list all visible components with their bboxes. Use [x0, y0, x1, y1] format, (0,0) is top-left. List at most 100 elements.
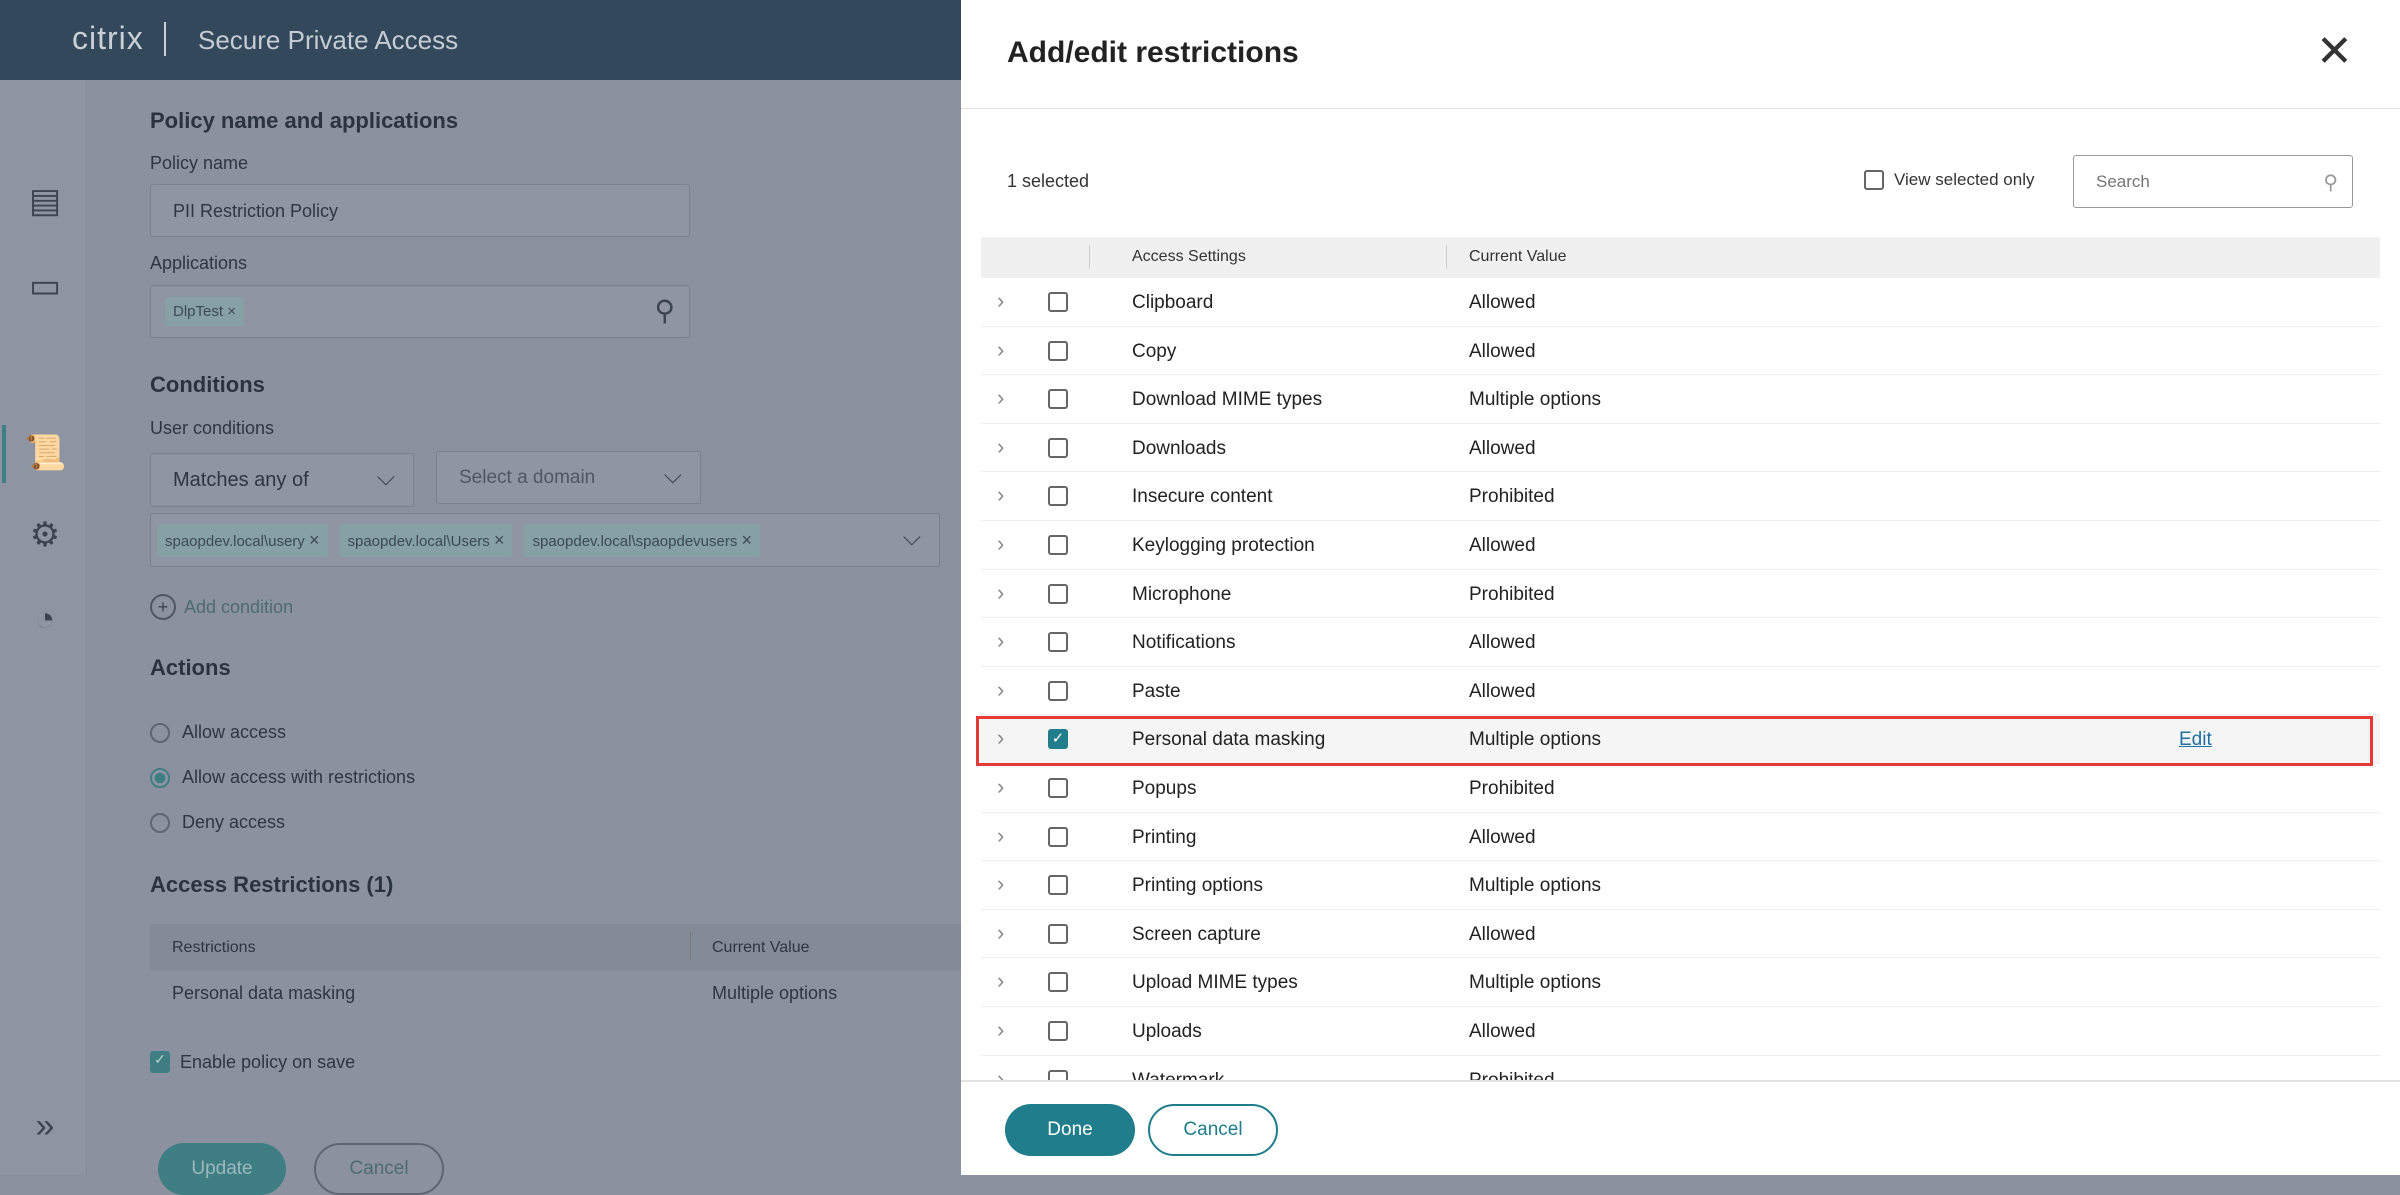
chevron-right-icon[interactable]: › — [997, 920, 1004, 946]
setting-value: Allowed — [1469, 340, 1536, 362]
application-chip[interactable]: DlpTest × — [165, 297, 244, 326]
row-checkbox[interactable] — [1048, 777, 1068, 798]
table-row[interactable]: › Downloads Allowed — [981, 424, 2380, 473]
policy-list-icon[interactable]: ▤ — [24, 180, 66, 222]
row-checkbox[interactable] — [1048, 437, 1068, 458]
domain-select[interactable]: Select a domain ⌵ — [436, 451, 701, 504]
applications-label: Applications — [150, 253, 248, 273]
table-row[interactable]: › Upload MIME types Multiple options — [981, 958, 2380, 1007]
check-icon: ✓ — [150, 1051, 170, 1073]
chevron-down-icon[interactable]: ⌵ — [903, 524, 921, 552]
row-checkbox[interactable] — [1048, 534, 1068, 555]
close-icon[interactable]: × — [227, 303, 236, 320]
row-checkbox[interactable] — [1048, 389, 1068, 410]
chevron-right-icon[interactable]: › — [997, 531, 1004, 557]
close-icon[interactable]: ✕ — [2316, 30, 2353, 74]
row-checkbox[interactable] — [1048, 875, 1068, 896]
radio-button[interactable] — [150, 722, 170, 743]
policy-name-input[interactable]: PII Restriction Policy — [150, 184, 690, 237]
row-checkbox[interactable] — [1048, 1069, 1068, 1080]
double-chevron-right-icon[interactable]: » — [24, 1105, 66, 1147]
conditions-title: Conditions — [150, 372, 265, 397]
setting-name: Downloads — [1132, 437, 1226, 459]
chevron-right-icon[interactable]: › — [997, 337, 1004, 363]
table-row[interactable]: › Watermark Prohibited — [981, 1056, 2380, 1081]
row-checkbox[interactable] — [1048, 486, 1068, 507]
action-radio-1[interactable]: Allow access with restrictions — [150, 755, 415, 800]
chevron-down-icon: ⌵ — [376, 464, 395, 491]
chevron-right-icon[interactable]: › — [997, 1017, 1004, 1043]
row-checkbox[interactable] — [1048, 680, 1068, 701]
setting-value: Allowed — [1469, 923, 1536, 945]
row-checkbox[interactable]: ✓ — [1048, 729, 1068, 750]
update-button[interactable]: Update — [158, 1143, 286, 1195]
cancel-button[interactable]: Cancel — [1148, 1104, 1278, 1156]
table-row[interactable]: › Copy Allowed — [981, 327, 2380, 376]
row-checkbox[interactable] — [1048, 583, 1068, 604]
close-icon[interactable]: × — [309, 530, 320, 550]
applications-input[interactable]: DlpTest × ⚲ — [150, 285, 690, 338]
dashboard-gauge-icon[interactable]: ◔ — [24, 598, 66, 640]
chevron-right-icon[interactable]: › — [997, 725, 1004, 751]
table-row[interactable]: › Download MIME types Multiple options — [981, 375, 2380, 424]
app-title: Secure Private Access — [198, 25, 459, 55]
enable-policy-checkbox[interactable]: ✓ Enable policy on save — [150, 1051, 355, 1073]
chevron-right-icon[interactable]: › — [997, 385, 1004, 411]
chevron-right-icon[interactable]: › — [997, 482, 1004, 508]
user-chip[interactable]: spaopdev.local\Users × — [339, 524, 513, 557]
chevron-right-icon[interactable]: › — [997, 823, 1004, 849]
match-select[interactable]: Matches any of ⌵ — [150, 453, 414, 507]
table-row[interactable]: › Notifications Allowed — [981, 618, 2380, 667]
chevron-right-icon[interactable]: › — [997, 580, 1004, 606]
radio-button[interactable] — [150, 812, 170, 833]
search-icon[interactable]: ⚲ — [654, 294, 675, 327]
policy-scroll-icon[interactable]: 📜 — [24, 432, 66, 474]
close-icon[interactable]: × — [494, 530, 505, 550]
table-row[interactable]: › Uploads Allowed — [981, 1007, 2380, 1056]
row-checkbox[interactable] — [1048, 340, 1068, 361]
table-row[interactable]: › Screen capture Allowed — [981, 910, 2380, 959]
chevron-right-icon[interactable]: › — [997, 434, 1004, 460]
table-row[interactable]: › Printing Allowed — [981, 813, 2380, 862]
done-button[interactable]: Done — [1005, 1104, 1135, 1156]
table-row[interactable]: › Microphone Prohibited — [981, 570, 2380, 619]
row-checkbox[interactable] — [1048, 923, 1068, 944]
row-checkbox[interactable] — [1048, 972, 1068, 993]
gear-icon[interactable]: ⚙ — [24, 514, 66, 556]
row-checkbox[interactable] — [1048, 292, 1068, 312]
table-row[interactable]: › Keylogging protection Allowed — [981, 521, 2380, 570]
user-chip[interactable]: spaopdev.local\spaopdevusers × — [524, 524, 761, 557]
radio-button[interactable] — [150, 767, 170, 788]
setting-name: Printing options — [1132, 875, 1263, 897]
search-icon[interactable]: ⚲ — [2323, 170, 2338, 195]
action-radio-2[interactable]: Deny access — [150, 800, 415, 845]
table-row[interactable]: › Popups Prohibited — [981, 764, 2380, 813]
user-conditions-input[interactable]: spaopdev.local\usery × spaopdev.local\Use… — [150, 513, 940, 567]
edit-link[interactable]: Edit — [2179, 729, 2212, 751]
user-chip[interactable]: spaopdev.local\usery × — [157, 524, 328, 557]
table-row[interactable]: › Insecure content Prohibited — [981, 472, 2380, 521]
close-icon[interactable]: × — [742, 530, 753, 550]
panel-title: Add/edit restrictions — [1007, 36, 1299, 69]
row-checkbox[interactable] — [1048, 1020, 1068, 1041]
table-row[interactable]: › Printing options Multiple options — [981, 861, 2380, 910]
table-row[interactable]: › ✓ Personal data masking Multiple options E… — [981, 715, 2380, 764]
chevron-right-icon[interactable]: › — [997, 288, 1004, 314]
add-condition-button[interactable]: + Add condition — [150, 594, 293, 620]
table-row[interactable]: › Paste Allowed — [981, 667, 2380, 716]
chevron-right-icon[interactable]: › — [997, 677, 1004, 703]
application-window-icon[interactable]: ▭ — [24, 265, 66, 307]
row-checkbox[interactable] — [1048, 632, 1068, 653]
cancel-button[interactable]: Cancel — [314, 1143, 444, 1195]
row-checkbox[interactable] — [1048, 826, 1068, 847]
table-row[interactable]: › Clipboard Allowed — [981, 278, 2380, 327]
view-selected-only-checkbox[interactable]: View selected only — [1864, 170, 2035, 190]
chevron-right-icon[interactable]: › — [997, 968, 1004, 994]
chevron-right-icon[interactable]: › — [997, 1066, 1004, 1081]
search-input[interactable] — [2096, 156, 2306, 207]
action-radio-0[interactable]: Allow access — [150, 710, 415, 755]
chevron-right-icon[interactable]: › — [997, 871, 1004, 897]
chevron-right-icon[interactable]: › — [997, 628, 1004, 654]
chevron-right-icon[interactable]: › — [997, 774, 1004, 800]
checkbox[interactable] — [1864, 170, 1884, 190]
